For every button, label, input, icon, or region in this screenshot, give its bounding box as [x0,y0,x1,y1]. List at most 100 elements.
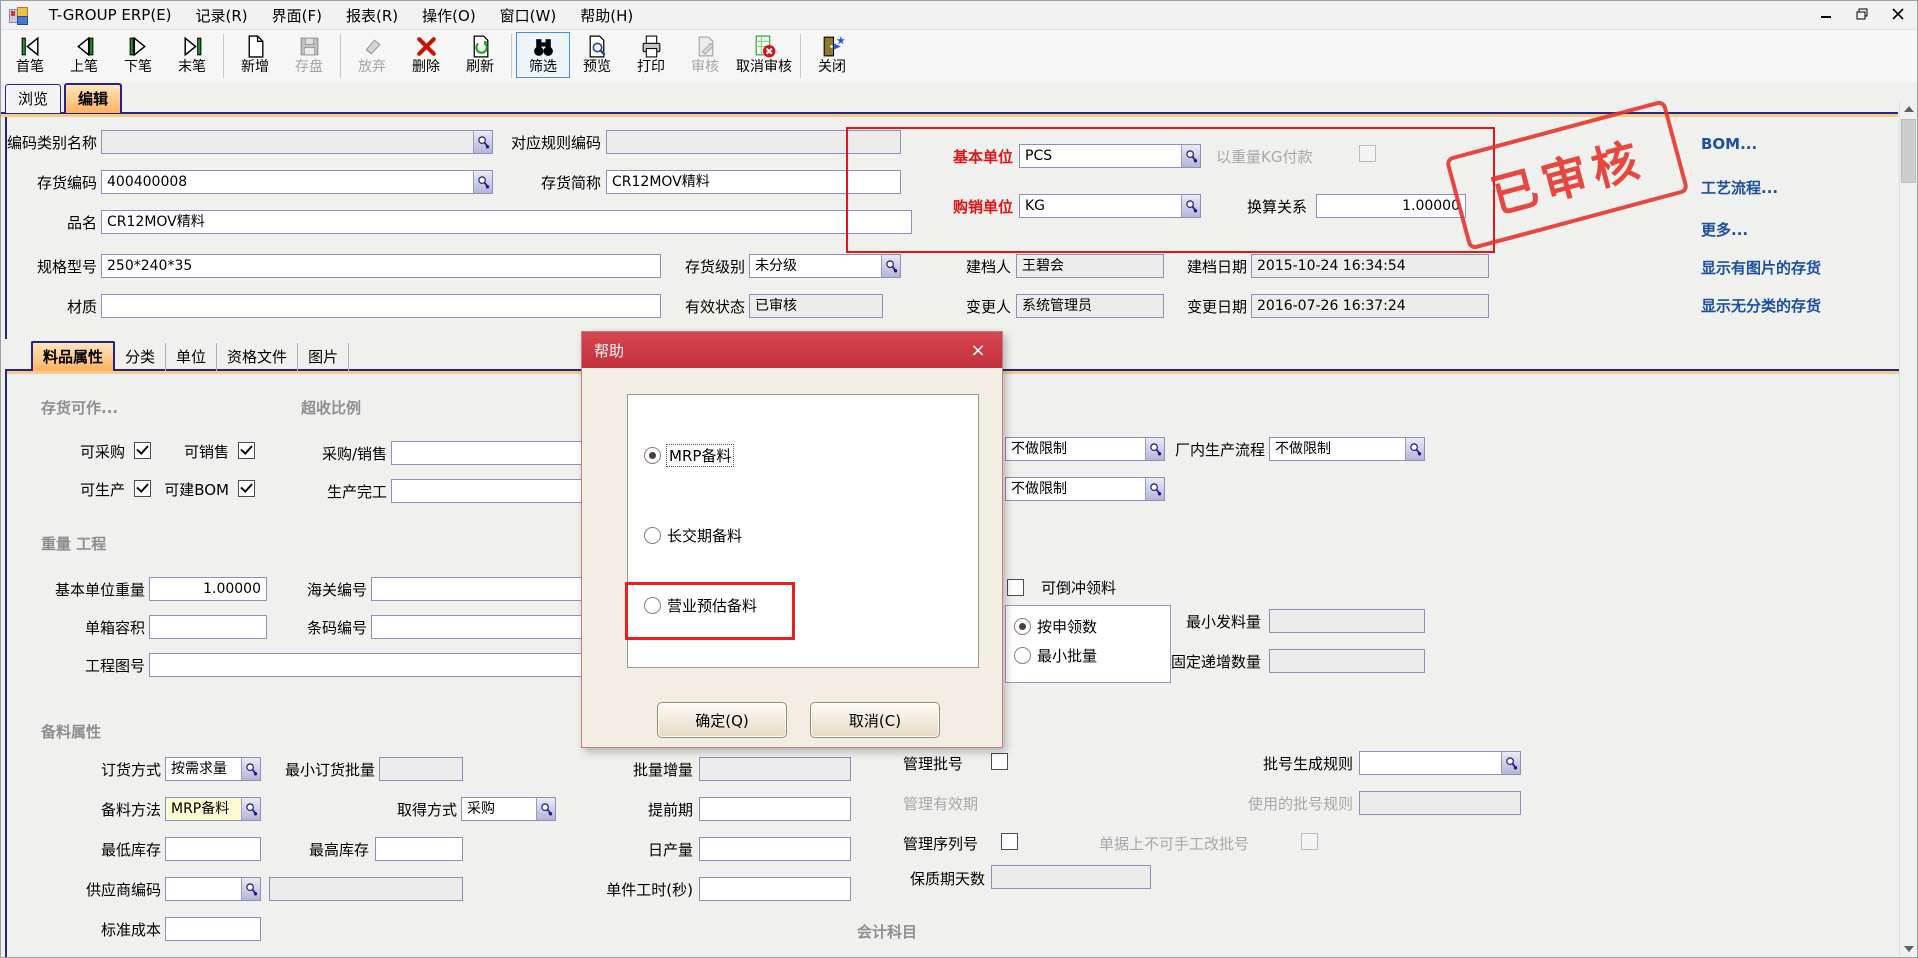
code-category-field[interactable] [101,130,493,154]
menu-operation[interactable]: 操作(O) [410,2,488,29]
eraser-icon [360,34,385,59]
lookup-icon[interactable] [1181,145,1200,167]
can-build-bom-checkbox[interactable] [238,480,255,497]
subtab-units[interactable]: 单位 [166,343,217,371]
radio-icon[interactable] [644,447,661,464]
prev-record-button[interactable]: 上笔 [57,32,111,78]
tab-edit[interactable]: 编辑 [64,83,122,113]
lookup-icon[interactable] [241,798,260,820]
restriction-field-2[interactable]: 不做限制 [1005,477,1165,501]
subtab-item-properties[interactable]: 料品属性 [31,341,115,371]
menu-interface[interactable]: 界面(F) [260,2,334,29]
close-window-icon[interactable] [1885,4,1911,24]
can-produce-checkbox[interactable] [134,480,151,497]
cancel-audit-button[interactable]: 取消审核 [732,32,796,78]
menu-window[interactable]: 窗口(W) [488,2,569,29]
lookup-icon[interactable] [1145,478,1164,500]
spec-model-field[interactable]: 250*240*35 [101,254,661,278]
menu-help[interactable]: 帮助(H) [568,2,645,29]
base-unit-weight-field[interactable]: 1.00000 [149,577,267,601]
subtab-qualification-files[interactable]: 资格文件 [217,343,298,371]
issue-min-batch-option[interactable]: 最小批量 [1014,645,1170,666]
factory-flow-field[interactable]: 不做限制 [1269,437,1425,461]
close-form-button[interactable]: 关闭 [805,32,859,78]
process-flow-link[interactable]: 工艺流程... [1701,177,1778,198]
lookup-icon[interactable] [473,131,492,153]
delete-x-icon [414,34,439,59]
vertical-scrollbar[interactable] [1899,101,1917,957]
first-record-button[interactable]: 首笔 [3,32,57,78]
bom-link[interactable]: BOM... [1701,135,1757,153]
inventory-code-field[interactable]: 400400008 [101,170,493,194]
lookup-icon[interactable] [881,255,900,277]
box-volume-field[interactable] [149,615,267,639]
issue-mode-box: 按申领数 最小批量 [1005,605,1171,683]
can-purchase-checkbox[interactable] [134,442,151,459]
lookup-icon[interactable] [473,171,492,193]
conversion-field[interactable]: 1.00000 [1316,194,1466,218]
batch-rule-field[interactable] [1359,751,1521,775]
restriction-field-1[interactable]: 不做限制 [1005,437,1165,461]
manage-serial-checkbox[interactable] [1001,833,1018,850]
inventory-shortname-label: 存货简称 [497,173,601,193]
lookup-icon[interactable] [241,878,260,900]
scroll-down-icon[interactable] [1901,941,1916,957]
print-button[interactable]: 打印 [624,32,678,78]
radio-icon[interactable] [644,527,661,544]
more-link[interactable]: 更多... [1701,219,1748,240]
radio-icon[interactable] [1014,618,1031,635]
last-record-button[interactable]: 末笔 [165,32,219,78]
order-mode-field[interactable]: 按需求量 [165,757,261,781]
menu-report[interactable]: 报表(R) [334,2,410,29]
base-unit-field[interactable]: PCS [1019,144,1201,168]
ok-button[interactable]: 确定(Q) [657,702,787,738]
option-long-leadtime[interactable]: 长交期备料 [644,525,742,546]
menu-record[interactable]: 记录(R) [184,2,260,29]
product-name-field[interactable]: CR12MOV精料 [101,210,912,234]
lookup-icon[interactable] [1501,752,1520,774]
next-record-button[interactable]: 下笔 [111,32,165,78]
std-cost-field[interactable] [165,917,261,941]
scroll-up-icon[interactable] [1901,101,1916,117]
inventory-level-field[interactable]: 未分级 [749,254,901,278]
issue-by-request-option[interactable]: 按申领数 [1014,616,1170,637]
scrollbar-thumb[interactable] [1901,119,1916,183]
obtain-mode-field[interactable]: 采购 [461,797,556,821]
lookup-icon[interactable] [1405,438,1424,460]
dialog-close-icon[interactable]: × [966,340,990,361]
subtab-classification[interactable]: 分类 [115,343,166,371]
show-with-image-link[interactable]: 显示有图片的存货 [1701,257,1821,278]
daily-output-field[interactable] [699,837,851,861]
max-stock-field[interactable] [375,837,463,861]
used-batch-rule-field [1359,791,1521,815]
unit-time-field[interactable] [699,877,851,901]
help-dialog-titlebar[interactable]: 帮助 × [582,332,1002,368]
lookup-icon[interactable] [536,798,555,820]
material-field[interactable] [101,294,661,318]
min-stock-field[interactable] [165,837,261,861]
radio-icon[interactable] [1014,647,1031,664]
lead-time-field[interactable] [699,797,851,821]
lookup-icon[interactable] [1145,438,1164,460]
backflush-checkbox[interactable] [1007,579,1024,596]
tab-browse[interactable]: 浏览 [5,84,61,113]
filter-button[interactable]: 筛选 [516,32,570,78]
lookup-icon[interactable] [241,758,260,780]
trade-unit-field[interactable]: KG [1019,194,1201,218]
restore-icon[interactable] [1849,4,1875,24]
prep-method-field[interactable]: MRP备料 [165,797,261,821]
refresh-button[interactable]: 刷新 [453,32,507,78]
preview-button[interactable]: 预览 [570,32,624,78]
can-sell-checkbox[interactable] [238,442,255,459]
menu-app[interactable]: T-GROUP ERP(E) [37,3,184,27]
subtab-images[interactable]: 图片 [298,343,349,371]
manage-batch-checkbox[interactable] [991,753,1008,770]
show-unclassified-link[interactable]: 显示无分类的存货 [1701,295,1821,316]
help-dialog: 帮助 × MRP备料 长交期备料 营业预估备料 确定(Q) 取消(C) [581,331,1003,748]
cancel-button[interactable]: 取消(C) [810,702,940,738]
minimize-icon[interactable] [1813,4,1839,24]
option-mrp[interactable]: MRP备料 [644,445,733,466]
delete-button[interactable]: 删除 [399,32,453,78]
supplier-code-field[interactable] [165,877,261,901]
new-button[interactable]: 新增 [228,32,282,78]
